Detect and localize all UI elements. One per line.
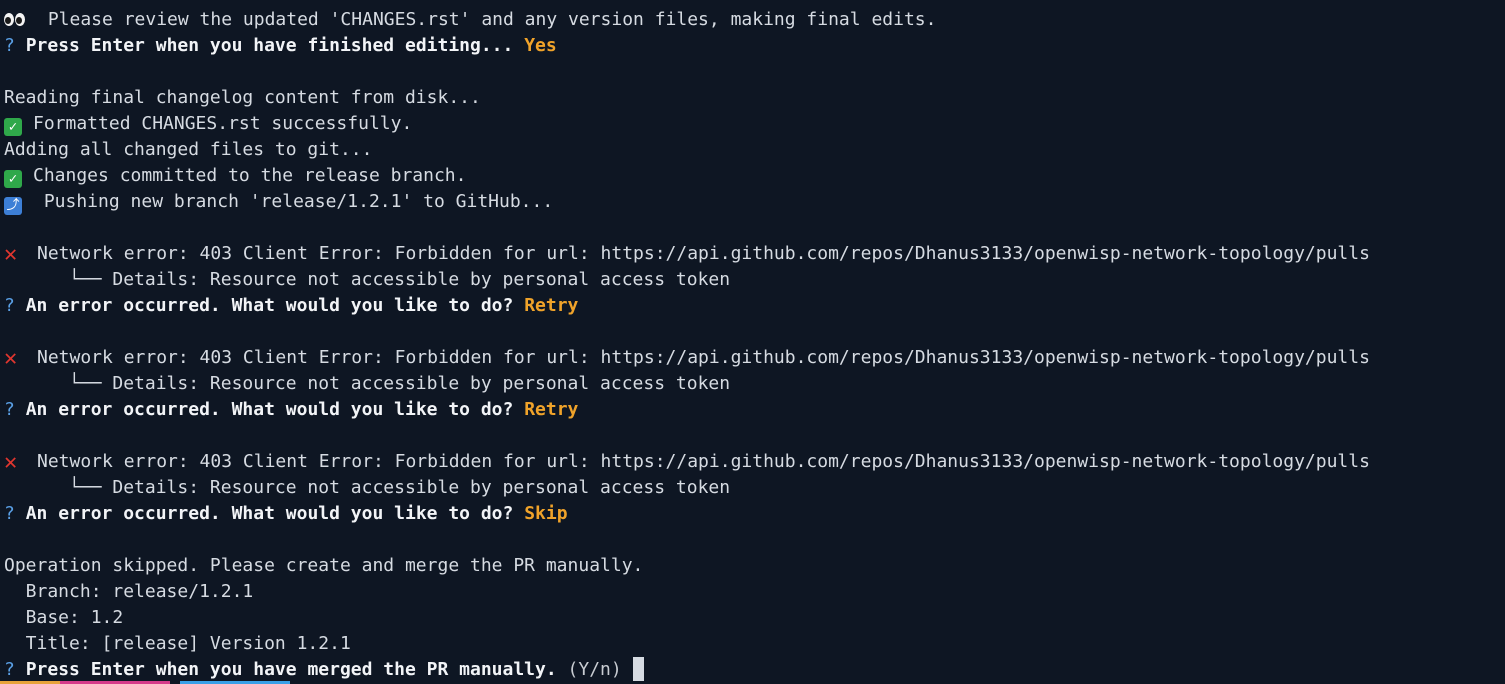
error-text: Network error: 403 Client Error: Forbidd…	[37, 451, 1370, 472]
review-line: Please review the updated 'CHANGES.rst' …	[0, 7, 1505, 33]
skipped-line: Operation skipped. Please create and mer…	[4, 555, 644, 576]
cross-mark-icon: ✕	[4, 242, 18, 267]
prompt-answer: Yes	[524, 35, 557, 56]
question-mark: ?	[4, 659, 15, 680]
details-line-2: └── Details: Resource not accessible by …	[4, 373, 731, 394]
formatted-text: Formatted CHANGES.rst successfully.	[33, 113, 413, 134]
question-mark: ?	[4, 295, 15, 316]
error-text: Network error: 403 Client Error: Forbidd…	[37, 347, 1370, 368]
prompt-merged[interactable]: ? Press Enter when you have merged the P…	[0, 657, 1505, 683]
prompt-error-3: ? An error occurred. What would you like…	[0, 501, 1505, 527]
cross-mark-icon: ✕	[4, 450, 18, 475]
pushing-line: ⤴ Pushing new branch 'release/1.2.1' to …	[0, 189, 1505, 215]
prompt-text: An error occurred. What would you like t…	[25, 399, 514, 420]
base-line: Base: 1.2	[4, 607, 124, 628]
details-line-3: └── Details: Resource not accessible by …	[4, 477, 731, 498]
title-line: Title: [release] Version 1.2.1	[4, 633, 351, 654]
prompt-hint: (Y/n)	[567, 659, 622, 680]
adding-line: Adding all changed files to git...	[4, 139, 373, 160]
details-line-1: └── Details: Resource not accessible by …	[4, 269, 731, 290]
prompt-text: Press Enter when you have merged the PR …	[25, 659, 557, 680]
prompt-text: Press Enter when you have finished editi…	[25, 35, 514, 56]
eyes-icon	[4, 7, 30, 33]
review-text: Please review the updated 'CHANGES.rst' …	[37, 9, 937, 30]
prompt-answer: Skip	[524, 503, 568, 524]
error-line-1: ✕ Network error: 403 Client Error: Forbid…	[0, 241, 1505, 267]
formatted-line: ✓ Formatted CHANGES.rst successfully.	[0, 111, 1505, 137]
committed-text: Changes committed to the release branch.	[33, 165, 467, 186]
error-line-2: ✕ Network error: 403 Client Error: Forbid…	[0, 345, 1505, 371]
check-mark-icon: ✓	[4, 170, 22, 188]
push-arrow-icon: ⤴	[4, 197, 22, 215]
terminal-window[interactable]: Please review the updated 'CHANGES.rst' …	[0, 0, 1505, 684]
prompt-error-1: ? An error occurred. What would you like…	[0, 293, 1505, 319]
prompt-answer: Retry	[524, 399, 579, 420]
branch-line: Branch: release/1.2.1	[4, 581, 254, 602]
prompt-text: An error occurred. What would you like t…	[25, 503, 514, 524]
question-mark: ?	[4, 35, 15, 56]
text-cursor[interactable]	[632, 657, 644, 681]
error-line-3: ✕ Network error: 403 Client Error: Forbid…	[0, 449, 1505, 475]
prompt-error-2: ? An error occurred. What would you like…	[0, 397, 1505, 423]
question-mark: ?	[4, 503, 15, 524]
prompt-text: An error occurred. What would you like t…	[25, 295, 514, 316]
error-text: Network error: 403 Client Error: Forbidd…	[37, 243, 1370, 264]
prompt-finished-editing: ? Press Enter when you have finished edi…	[0, 33, 1505, 59]
committed-line: ✓ Changes committed to the release branch…	[0, 163, 1505, 189]
question-mark: ?	[4, 399, 15, 420]
check-mark-icon: ✓	[4, 118, 22, 136]
cross-mark-icon: ✕	[4, 346, 18, 371]
reading-line: Reading final changelog content from dis…	[4, 87, 481, 108]
prompt-answer: Retry	[524, 295, 579, 316]
pushing-text: Pushing new branch 'release/1.2.1' to Gi…	[33, 191, 554, 212]
